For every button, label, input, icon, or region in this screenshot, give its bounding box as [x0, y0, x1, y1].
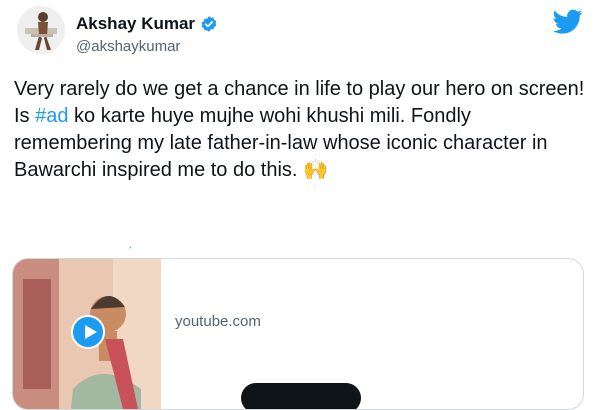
avatar-image: [17, 6, 65, 54]
tweet-text-part: ko karte huye mujhe wohi khushi mili. Fo…: [14, 105, 548, 181]
tweet: Akshay Kumar @akshaykumar Very rarely do…: [0, 0, 600, 410]
verified-badge-icon: [200, 15, 218, 33]
card-domain: youtube.com: [175, 313, 261, 330]
hashtag-link[interactable]: #ad: [35, 105, 68, 127]
play-icon[interactable]: [71, 315, 105, 349]
twitter-bird-icon[interactable]: [553, 9, 583, 35]
author-handle[interactable]: @akshaykumar: [76, 38, 180, 55]
avatar[interactable]: [17, 6, 65, 54]
author-name[interactable]: Akshay Kumar: [76, 14, 195, 34]
chevron-mark-icon: ˏ: [128, 235, 132, 249]
link-card[interactable]: youtube.com: [12, 258, 584, 410]
author-name-row: Akshay Kumar: [76, 14, 218, 34]
tweet-text: Very rarely do we get a chance in life t…: [14, 76, 590, 184]
video-thumbnail[interactable]: [13, 259, 161, 409]
card-action-button[interactable]: [241, 383, 361, 409]
